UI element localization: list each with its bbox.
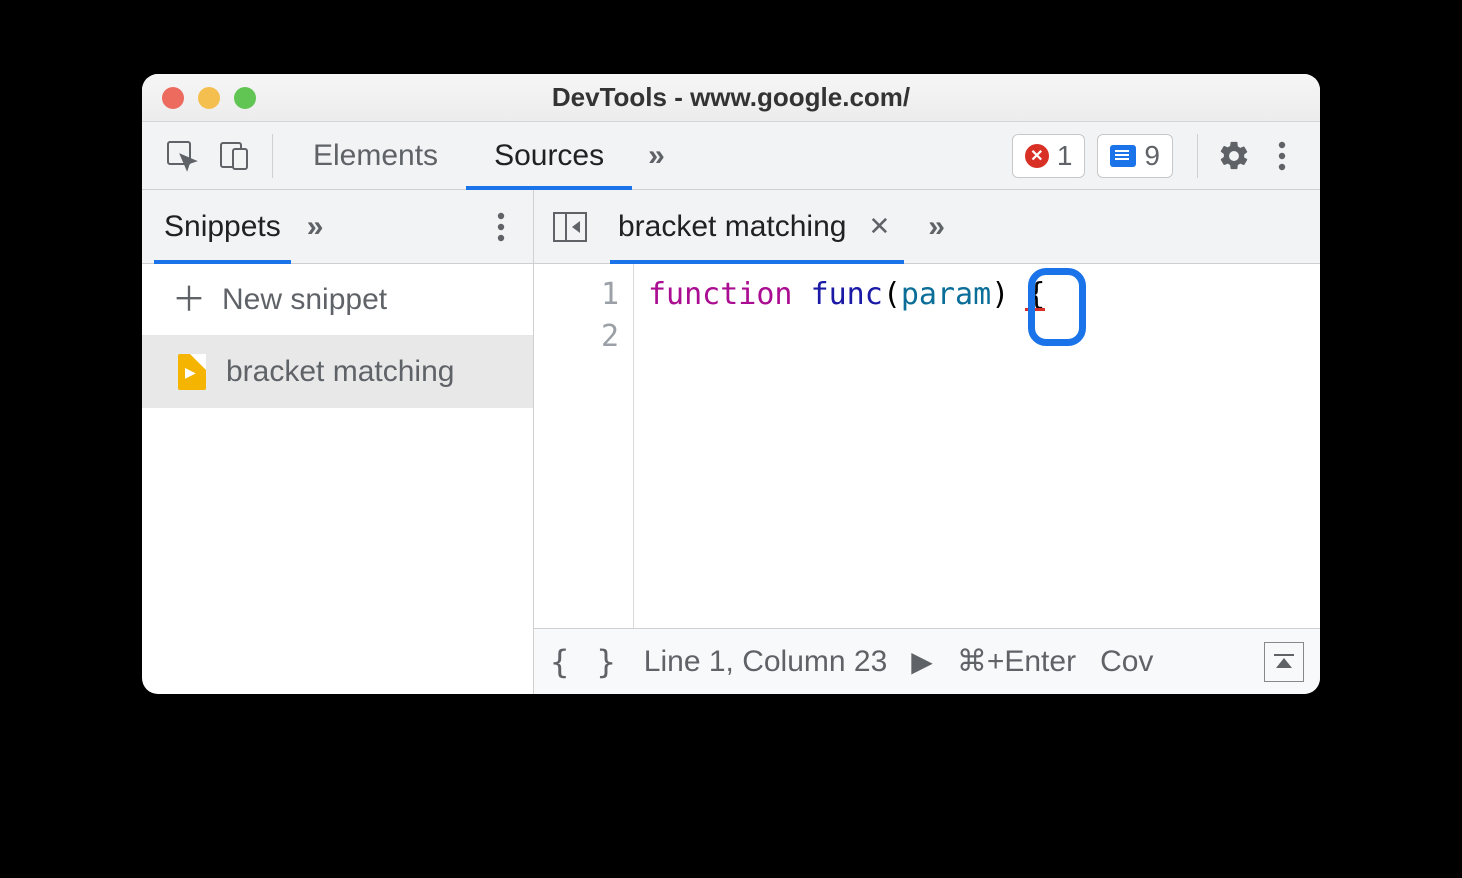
- token-brace: {: [1027, 277, 1045, 312]
- error-icon: [1025, 144, 1049, 168]
- snippet-name: bracket matching: [226, 355, 454, 389]
- sidebar-tabstrip: Snippets »: [142, 190, 533, 264]
- fullscreen-window-button[interactable]: [234, 87, 256, 109]
- code-editor[interactable]: 1 2 function func(param) {: [534, 264, 1320, 628]
- line-number: 2: [534, 316, 619, 358]
- snippet-file-icon: [178, 354, 206, 390]
- tab-sources[interactable]: Sources: [466, 122, 632, 190]
- main-body: Snippets » ＋ New snippet bracket matchin…: [142, 190, 1320, 694]
- traffic-lights: [162, 87, 256, 109]
- separator: [272, 134, 273, 178]
- token-paren: (: [883, 277, 901, 312]
- error-underline: [1025, 308, 1045, 311]
- sidebar-tab-snippets[interactable]: Snippets: [154, 190, 291, 264]
- errors-badge[interactable]: 1: [1012, 134, 1086, 178]
- messages-badge[interactable]: 9: [1097, 134, 1173, 178]
- errors-count: 1: [1057, 140, 1073, 172]
- new-snippet-label: New snippet: [222, 283, 387, 317]
- titlebar: DevTools - www.google.com/: [142, 74, 1320, 122]
- tabs-overflow-icon[interactable]: »: [632, 139, 681, 173]
- more-menu-icon[interactable]: [1258, 132, 1306, 180]
- line-gutter: 1 2: [534, 264, 634, 628]
- editor-tab[interactable]: bracket matching ✕: [610, 190, 904, 264]
- device-toggle-icon[interactable]: [208, 130, 260, 182]
- show-navigator-icon[interactable]: [550, 207, 590, 247]
- message-icon: [1110, 145, 1136, 167]
- run-shortcut-label: ⌘+Enter: [957, 644, 1076, 679]
- cursor-position: Line 1, Column 23: [644, 645, 888, 679]
- toolbar-left: Elements Sources »: [156, 122, 681, 190]
- run-icon[interactable]: ▶: [911, 645, 933, 678]
- coverage-label[interactable]: Cov: [1100, 645, 1153, 679]
- snippet-item[interactable]: bracket matching: [142, 336, 533, 408]
- editor-tabs-overflow-icon[interactable]: »: [904, 210, 969, 244]
- editor-pane: bracket matching ✕ » 1 2 function func(p…: [534, 190, 1320, 694]
- close-tab-icon[interactable]: ✕: [862, 211, 896, 242]
- token-paren: ): [991, 277, 1009, 312]
- inspect-element-icon[interactable]: [156, 130, 208, 182]
- token-function-name: func: [811, 277, 883, 312]
- toolbar-right: 1 9: [1012, 132, 1306, 180]
- token-parameter: param: [901, 277, 991, 312]
- close-window-button[interactable]: [162, 87, 184, 109]
- editor-tabstrip: bracket matching ✕ »: [534, 190, 1320, 264]
- window-title: DevTools - www.google.com/: [552, 82, 910, 113]
- pretty-print-icon[interactable]: { }: [550, 643, 620, 681]
- messages-count: 9: [1144, 140, 1160, 172]
- editor-statusbar: { } Line 1, Column 23 ▶ ⌘+Enter Cov: [534, 628, 1320, 694]
- separator: [1197, 134, 1198, 178]
- new-snippet-button[interactable]: ＋ New snippet: [142, 264, 533, 336]
- editor-tab-label: bracket matching: [618, 210, 846, 244]
- line-number: 1: [534, 274, 619, 316]
- minimize-window-button[interactable]: [198, 87, 220, 109]
- plus-icon: ＋: [172, 283, 206, 317]
- sidebar: Snippets » ＋ New snippet bracket matchin…: [142, 190, 534, 694]
- code-content[interactable]: function func(param) {: [634, 264, 1059, 628]
- settings-icon[interactable]: [1210, 132, 1258, 180]
- show-drawer-icon[interactable]: [1264, 642, 1304, 682]
- sidebar-tabs-overflow-icon[interactable]: »: [291, 210, 340, 244]
- main-toolbar: Elements Sources » 1 9: [142, 122, 1320, 190]
- devtools-window: DevTools - www.google.com/ Elements Sour…: [142, 74, 1320, 694]
- sidebar-more-icon[interactable]: [481, 212, 521, 242]
- tab-elements[interactable]: Elements: [285, 122, 466, 190]
- token-keyword: function: [648, 277, 793, 312]
